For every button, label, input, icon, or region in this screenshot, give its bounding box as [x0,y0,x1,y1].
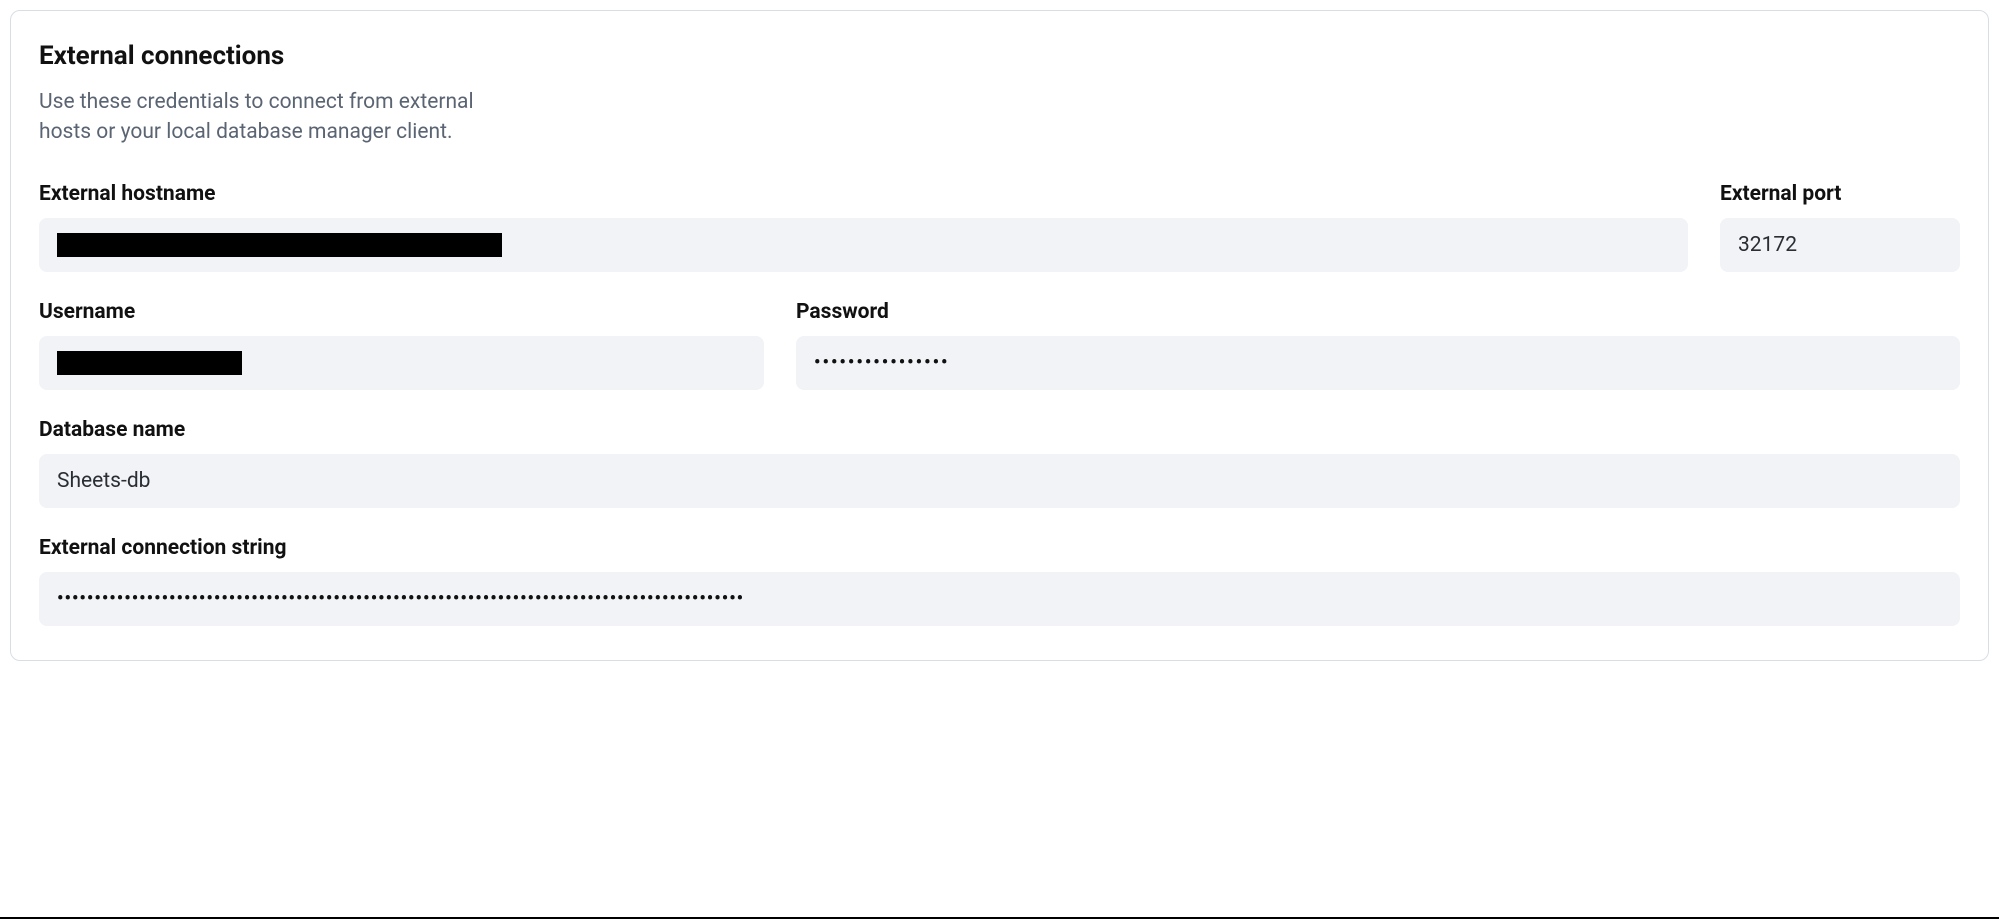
password-mask: •••••••••••••••• [814,352,950,373]
row-database-name: Database name Sheets-db [39,418,1960,508]
row-hostname-port: External hostname External port 32172 [39,182,1960,272]
connection-string-mask: ••••••••••••••••••••••••••••••••••••••••… [57,588,744,609]
field-username: Username [39,300,764,390]
row-connection-string: External connection string •••••••••••••… [39,536,1960,626]
connection-string-value[interactable]: ••••••••••••••••••••••••••••••••••••••••… [39,572,1960,626]
row-username-password: Username Password •••••••••••••••• [39,300,1960,390]
username-value[interactable] [39,336,764,390]
field-database-name: Database name Sheets-db [39,418,1960,508]
connection-string-label: External connection string [39,536,1960,560]
section-title: External connections [39,41,1960,71]
password-label: Password [796,300,1960,324]
external-connections-panel: External connections Use these credentia… [10,10,1989,661]
external-hostname-value[interactable] [39,218,1688,272]
field-connection-string: External connection string •••••••••••••… [39,536,1960,626]
section-description: Use these credentials to connect from ex… [39,87,509,148]
username-label: Username [39,300,764,324]
password-value[interactable]: •••••••••••••••• [796,336,1960,390]
redacted-bar [57,233,502,257]
redacted-bar [57,351,242,375]
external-port-value[interactable]: 32172 [1720,218,1960,272]
field-external-port: External port 32172 [1720,182,1960,272]
external-hostname-label: External hostname [39,182,1688,206]
field-password: Password •••••••••••••••• [796,300,1960,390]
external-port-label: External port [1720,182,1960,206]
database-name-label: Database name [39,418,1960,442]
field-external-hostname: External hostname [39,182,1688,272]
database-name-value[interactable]: Sheets-db [39,454,1960,508]
